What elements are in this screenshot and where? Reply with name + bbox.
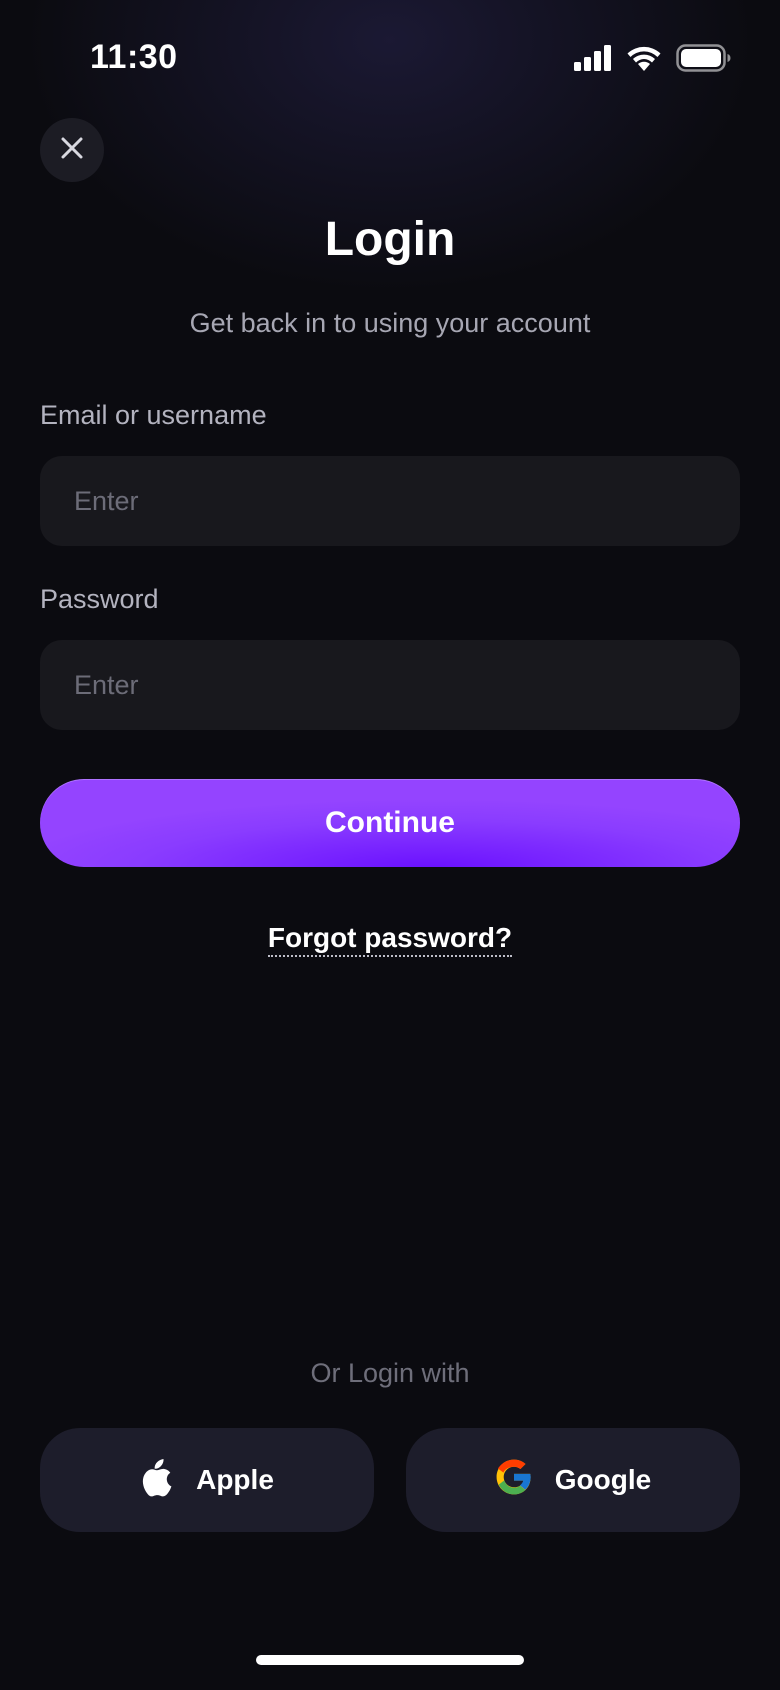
continue-button[interactable]: Continue <box>40 779 740 867</box>
apple-label: Apple <box>196 1464 274 1495</box>
wifi-icon <box>626 45 662 71</box>
password-label: Password <box>40 584 159 614</box>
status-bar: 11:30 <box>0 0 780 120</box>
google-login-button[interactable]: Google <box>406 1428 740 1532</box>
home-indicator <box>256 1655 524 1665</box>
email-field[interactable] <box>40 456 740 546</box>
status-icons <box>574 44 732 72</box>
or-login-divider: Or Login with <box>310 1358 470 1388</box>
status-time: 11:30 <box>90 38 178 76</box>
email-input[interactable] <box>72 484 708 518</box>
forgot-password-row: Forgot password? <box>0 922 780 957</box>
forgot-password-link[interactable]: Forgot password? <box>267 922 513 957</box>
close-icon <box>60 136 84 165</box>
email-label: Email or username <box>40 400 267 430</box>
apple-icon <box>140 1457 174 1504</box>
page-subtitle: Get back in to using your account <box>189 308 591 338</box>
cellular-signal-icon <box>574 45 612 71</box>
password-input[interactable] <box>72 668 708 702</box>
battery-icon <box>676 44 732 72</box>
password-field[interactable] <box>40 640 740 730</box>
login-screen: 11:30 Login Get back in to using your ac… <box>0 0 780 1690</box>
google-icon <box>495 1458 533 1503</box>
apple-login-button[interactable]: Apple <box>40 1428 374 1532</box>
google-label: Google <box>554 1464 652 1495</box>
page-title: Login <box>324 213 456 266</box>
close-button[interactable] <box>40 118 104 182</box>
